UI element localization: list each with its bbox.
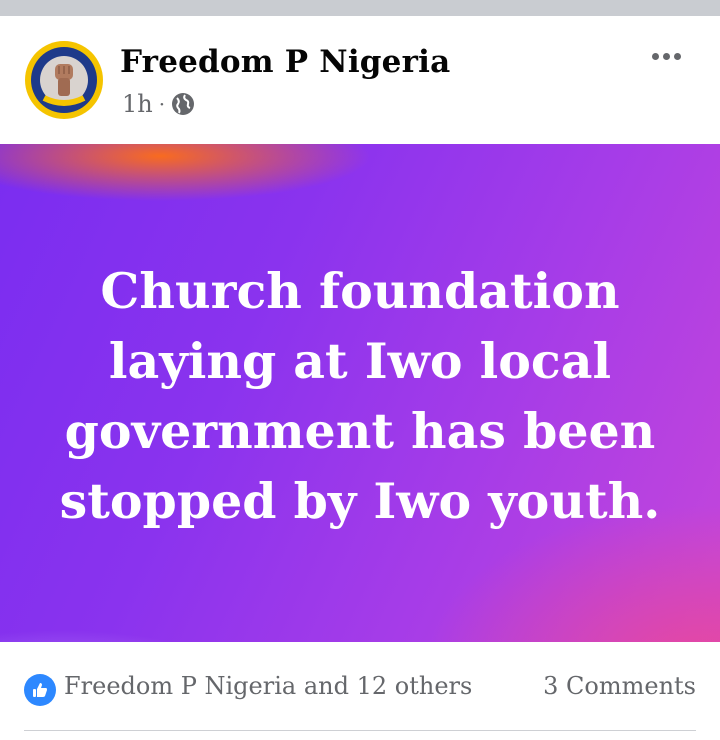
like-icon[interactable] <box>24 674 56 706</box>
thumbs-up-icon <box>33 683 47 697</box>
page-name[interactable]: Freedom P Nigeria <box>120 44 450 80</box>
status-text: Church foundation laying at Iwo local go… <box>59 262 661 530</box>
reactions-bar: Freedom P Nigeria and 12 others 3 Commen… <box>0 642 720 740</box>
top-strip <box>0 0 720 16</box>
post-header: Freedom P Nigeria 1h · <box>0 16 720 144</box>
page-avatar[interactable] <box>24 40 104 120</box>
globe-icon <box>172 93 195 115</box>
reaction-names[interactable]: Freedom P Nigeria and 12 others <box>64 672 472 700</box>
more-dot-icon <box>662 52 670 60</box>
post-meta: 1h · <box>122 90 195 118</box>
meta-separator: · <box>158 92 166 116</box>
more-options-button[interactable] <box>646 42 686 70</box>
divider <box>24 730 696 731</box>
comments-count[interactable]: 3 Comments <box>543 672 696 700</box>
more-dot-icon <box>651 52 659 60</box>
post-timestamp[interactable]: 1h <box>122 90 153 118</box>
more-dot-icon <box>673 52 681 60</box>
status-background[interactable]: Church foundation laying at Iwo local go… <box>0 144 720 642</box>
